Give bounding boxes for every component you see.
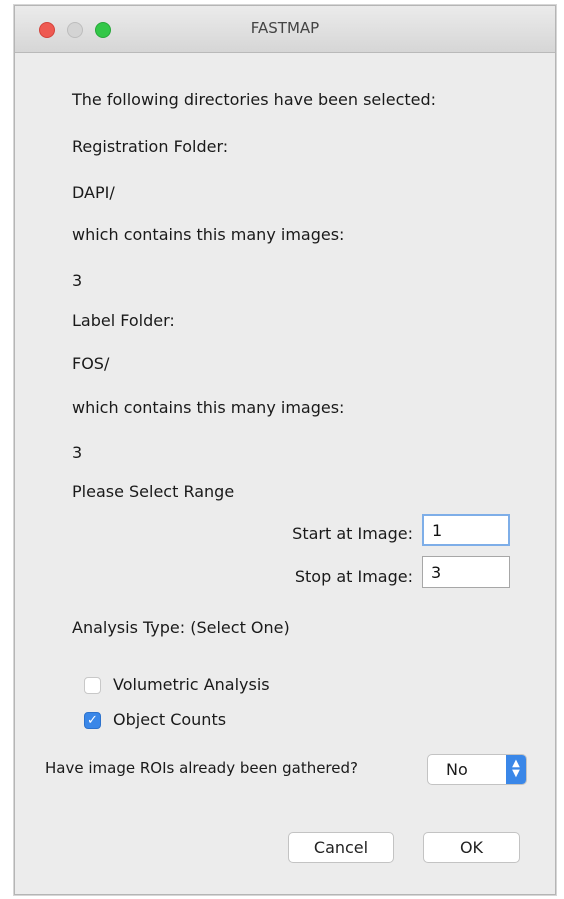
- registration-count-label: which contains this many images:: [72, 225, 345, 244]
- title-bar: FASTMAP: [15, 6, 555, 53]
- window-title: FASTMAP: [250, 19, 320, 37]
- checkmark-icon: ✓: [87, 713, 98, 728]
- roi-gathered-select[interactable]: No ▲ ▼: [427, 754, 527, 785]
- registration-count-value: 3: [72, 271, 83, 290]
- stop-image-input[interactable]: [422, 556, 510, 588]
- volumetric-analysis-label[interactable]: Volumetric Analysis: [113, 675, 270, 694]
- intro-text: The following directories have been sele…: [72, 90, 437, 109]
- start-image-input[interactable]: [422, 514, 510, 546]
- stop-image-label: Stop at Image:: [294, 567, 413, 586]
- label-folder-value: FOS/: [72, 354, 110, 373]
- volumetric-analysis-checkbox[interactable]: [84, 677, 101, 694]
- registration-folder-value: DAPI/: [72, 183, 115, 202]
- up-down-chevron-icon: ▲ ▼: [506, 755, 526, 784]
- start-image-label: Start at Image:: [292, 524, 413, 543]
- roi-gathered-value: No: [446, 760, 468, 779]
- object-counts-label[interactable]: Object Counts: [113, 710, 226, 729]
- registration-folder-label: Registration Folder:: [72, 137, 229, 156]
- label-count-label: which contains this many images:: [72, 398, 345, 417]
- fastmap-dialog: FASTMAP The following directories have b…: [14, 5, 556, 895]
- range-heading: Please Select Range: [72, 482, 235, 501]
- roi-question-label: Have image ROIs already been gathered?: [45, 759, 358, 777]
- object-counts-checkbox[interactable]: ✓: [84, 712, 101, 729]
- ok-button[interactable]: OK: [423, 832, 520, 863]
- label-folder-label: Label Folder:: [72, 311, 175, 330]
- cancel-button[interactable]: Cancel: [288, 832, 394, 863]
- label-count-value: 3: [72, 443, 83, 462]
- analysis-type-heading: Analysis Type: (Select One): [72, 618, 290, 637]
